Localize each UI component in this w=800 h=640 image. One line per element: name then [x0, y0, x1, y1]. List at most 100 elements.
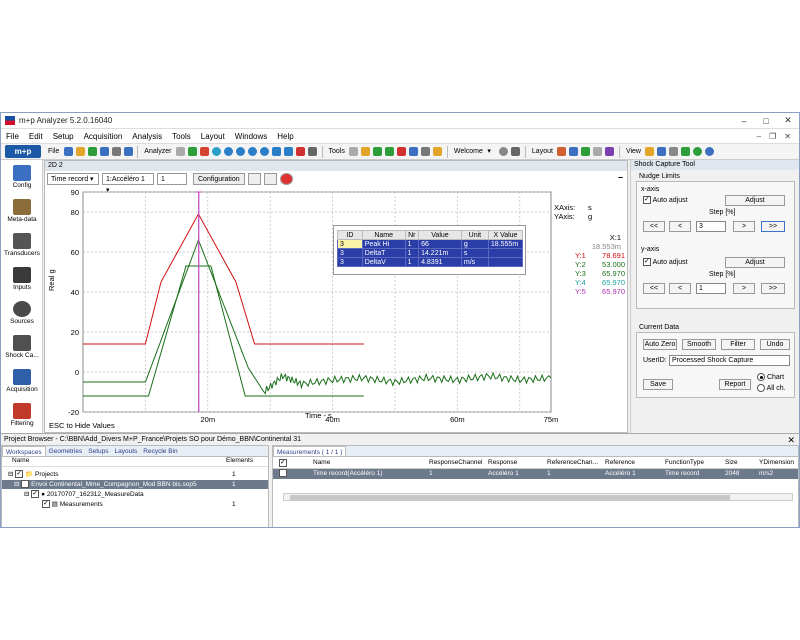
menu-help[interactable]: Help: [272, 132, 298, 141]
channel-number-input[interactable]: 1: [157, 173, 187, 185]
sidebar-item-filtering[interactable]: Filtering: [1, 400, 43, 436]
gauge-icon[interactable]: [385, 147, 395, 156]
info-icon[interactable]: [409, 147, 419, 156]
refresh-icon[interactable]: [260, 147, 270, 156]
report-button[interactable]: Report: [719, 379, 751, 390]
tree-checkbox[interactable]: [15, 469, 24, 479]
sidebar-item-acquisition[interactable]: Acquisition: [1, 366, 43, 402]
sidebar-item-transducers[interactable]: Transducers: [1, 230, 43, 266]
sidebar-item-sources[interactable]: Sources: [1, 298, 43, 334]
zoom-icon[interactable]: [247, 173, 261, 185]
trash-icon[interactable]: [511, 147, 521, 156]
sidebar-item-metadata[interactable]: Meta-data: [1, 196, 43, 232]
sidebar-item-config[interactable]: Config: [1, 162, 43, 198]
toolbar-view-label[interactable]: View: [623, 148, 644, 155]
menu-setup[interactable]: Setup: [48, 132, 79, 141]
panel-pin-icon[interactable]: 🗕: [618, 173, 623, 184]
y-nudge-right-button[interactable]: >: [733, 283, 755, 294]
tab-measurements[interactable]: Measurements ( 1 / 1 ): [273, 446, 347, 456]
mdi-minimize-icon[interactable]: –: [757, 132, 761, 141]
tree-item-project-file[interactable]: ⊟ Envoi Continental_Mme_Compagnon_Mod BB…: [2, 479, 268, 489]
tree-item-measurements[interactable]: ▤ Measurements1: [42, 499, 266, 509]
snapshot-icon[interactable]: [308, 147, 318, 156]
save-button[interactable]: Save: [643, 379, 673, 390]
y-step-input[interactable]: 1: [696, 283, 726, 294]
pen-icon[interactable]: [361, 147, 371, 156]
panel-icon[interactable]: [645, 147, 655, 156]
tree-checkbox[interactable]: [31, 489, 40, 499]
tree-checkbox[interactable]: [21, 479, 30, 489]
globe-icon[interactable]: [693, 147, 703, 156]
radio-chart[interactable]: Chart: [757, 373, 784, 381]
y-adjust-button[interactable]: Adjust: [725, 257, 785, 268]
channel-select[interactable]: 1:Accéléro 1 ▾: [102, 173, 154, 194]
y-auto-adjust-checkbox[interactable]: [643, 257, 651, 266]
wave-icon[interactable]: [593, 147, 603, 156]
header-checkbox[interactable]: [279, 459, 287, 467]
undo-button[interactable]: Undo: [760, 339, 790, 350]
reset-icon[interactable]: [296, 147, 306, 156]
tree-checkbox[interactable]: [42, 499, 50, 509]
auto-zero-button[interactable]: Auto Zero: [643, 339, 677, 350]
table-row[interactable]: 3 DeltaV 1 4.8391 m/s: [337, 257, 524, 267]
x-nudge-left-fast-button[interactable]: <<: [643, 221, 665, 232]
maximize-button[interactable]: □: [755, 116, 777, 126]
print-icon[interactable]: [111, 147, 121, 156]
menu-file[interactable]: File: [1, 132, 24, 141]
tab-recycle-bin[interactable]: Recycle Bin: [140, 446, 180, 456]
y-nudge-left-fast-button[interactable]: <<: [643, 283, 665, 294]
mdi-close-icon[interactable]: ✕: [784, 132, 791, 141]
x-auto-adjust[interactable]: Auto adjust: [643, 195, 688, 204]
cursor-icon[interactable]: [176, 147, 186, 156]
lock-icon[interactable]: [433, 147, 443, 156]
toolbar-layout-label[interactable]: Layout: [529, 148, 556, 155]
x-nudge-right-fast-button[interactable]: >>: [761, 221, 785, 232]
all-channels-radio[interactable]: [757, 384, 765, 392]
toolbar-tools-label[interactable]: Tools: [326, 148, 348, 155]
tab-workspaces[interactable]: Workspaces: [2, 446, 46, 456]
y-nudge-right-fast-button[interactable]: >>: [761, 283, 785, 294]
tab-layouts[interactable]: Layouts: [112, 446, 141, 456]
wrench-icon[interactable]: [349, 147, 359, 156]
save-icon[interactable]: [99, 147, 109, 156]
tab-geometries[interactable]: Geometries: [46, 446, 86, 456]
sidebar-item-inputs[interactable]: Inputs: [1, 264, 43, 300]
tree-item-projects[interactable]: ⊟ 📁 Projects1: [8, 469, 266, 479]
x-nudge-left-button[interactable]: <: [669, 221, 691, 232]
x-nudge-right-button[interactable]: >: [733, 221, 755, 232]
userid-input[interactable]: Processed Shock Capture: [669, 355, 790, 366]
measure-icon[interactable]: [263, 173, 277, 185]
scrollbar-thumb[interactable]: [290, 495, 730, 500]
purple-icon[interactable]: [605, 147, 615, 156]
arm-icon[interactable]: [200, 147, 210, 156]
grid-icon[interactable]: [681, 147, 691, 156]
chart-icon[interactable]: [557, 147, 567, 156]
dial-icon[interactable]: [397, 147, 407, 156]
toolbar-welcome-label[interactable]: Welcome: [451, 148, 486, 155]
table-row[interactable]: Time record(Accéléro 1) 1 Accéléro 1 1 A…: [273, 469, 798, 479]
table-row[interactable]: 3 Peak Hi 1 66 g 18.555m: [337, 239, 524, 249]
stop-record-icon[interactable]: [279, 173, 293, 185]
graph-icon[interactable]: [581, 147, 591, 156]
play-icon[interactable]: [212, 147, 222, 156]
toolbar-analyzer-label[interactable]: Analyzer: [141, 148, 174, 155]
pause-icon[interactable]: [224, 147, 234, 156]
sidebar-item-shock-capture[interactable]: Shock Ca...: [1, 332, 43, 368]
menu-edit[interactable]: Edit: [24, 132, 48, 141]
y-auto-adjust[interactable]: Auto adjust: [643, 257, 688, 266]
record-icon[interactable]: [248, 147, 258, 156]
menu-acquisition[interactable]: Acquisition: [79, 132, 128, 141]
filter-button[interactable]: Filter: [721, 339, 755, 350]
meter-icon[interactable]: [373, 147, 383, 156]
loop-icon[interactable]: [284, 147, 294, 156]
configuration-button[interactable]: Configuration: [193, 173, 245, 185]
x-auto-adjust-checkbox[interactable]: [643, 195, 651, 204]
y-nudge-left-button[interactable]: <: [669, 283, 691, 294]
table-row[interactable]: 3 DeltaT 1 14.221m s: [337, 248, 524, 258]
window-icon[interactable]: [657, 147, 667, 156]
x-step-input[interactable]: 3: [696, 221, 726, 232]
add-icon[interactable]: [87, 147, 97, 156]
toolbar-file-label[interactable]: File: [45, 148, 62, 155]
menu-tools[interactable]: Tools: [167, 132, 196, 141]
book-icon[interactable]: [421, 147, 431, 156]
